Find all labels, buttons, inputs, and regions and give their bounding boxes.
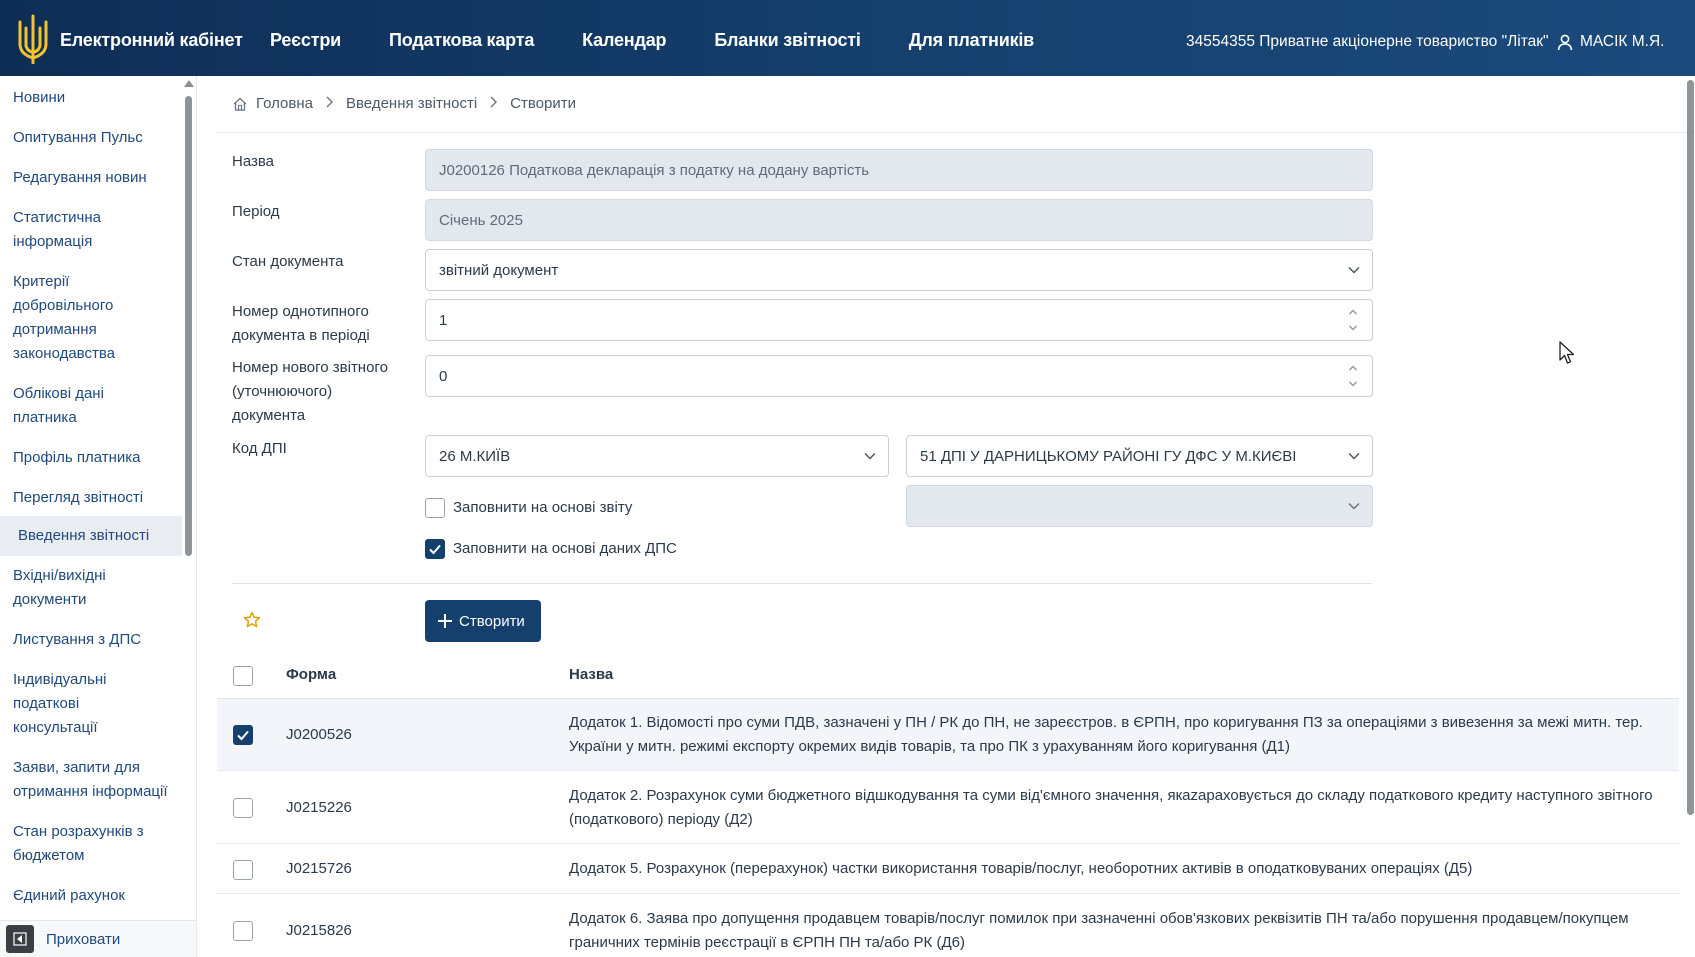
sidebar-item-compliance-criteria[interactable]: Критерії добровільного дотримання законо…	[0, 270, 130, 366]
user-name: МАСІК М.Я.	[1580, 33, 1665, 50]
new-doc-number-input[interactable]: 0	[425, 355, 1373, 397]
row-form-code: J0215226	[286, 799, 352, 816]
sidebar-item-view-reports[interactable]: Перегляд звітності	[0, 486, 182, 510]
sidebar-item-correspondence[interactable]: Листування з ДПС	[0, 628, 182, 652]
state-label: Стан документа	[232, 253, 344, 270]
dpi-office-select[interactable]: 51 ДПІ У ДАРНИЦЬКОМУ РАЙОНІ ГУ ДФС У М.К…	[906, 435, 1373, 477]
sidebar-item-enter-reports[interactable]: Введення звітності	[0, 516, 182, 556]
period-label: Період	[232, 203, 280, 220]
sidebar-scroll-up-icon[interactable]	[184, 80, 194, 87]
dpi-region-select[interactable]: 26 М.КИЇВ	[425, 435, 889, 477]
period-field: Січень 2025	[425, 199, 1373, 241]
period-value: Січень 2025	[439, 211, 523, 229]
sidebar-scrollbar[interactable]	[185, 96, 192, 556]
chevron-down-icon	[864, 452, 876, 460]
breadcrumb-divider	[217, 132, 1695, 133]
document-state-select[interactable]: звітний документ	[425, 249, 1373, 291]
row-checkbox[interactable]	[233, 798, 253, 818]
table-row[interactable]: J0200526 Додаток 1. Відомості про суми П…	[217, 699, 1679, 771]
table-row[interactable]: J0215826 Додаток 6. Заява про допущення …	[217, 894, 1679, 957]
fill-from-dps-checkbox[interactable]	[425, 539, 445, 559]
plus-icon	[438, 614, 452, 628]
table-row[interactable]: J0215726 Додаток 5. Розрахунок (перераху…	[217, 844, 1679, 894]
main-scrollbar[interactable]	[1687, 80, 1694, 815]
new-doc-number-label: Номер нового звітного (уточнюючого) доку…	[232, 359, 388, 424]
stepper-icon[interactable]	[1348, 306, 1358, 334]
user-menu[interactable]: МАСІК М.Я.	[1556, 33, 1664, 51]
breadcrumb-home[interactable]: Головна	[256, 95, 313, 112]
brand-title[interactable]: Електронний кабінет	[60, 30, 243, 51]
sidebar-item-payer-profile[interactable]: Профіль платника	[0, 446, 182, 470]
row-form-name: Додаток 2. Розрахунок суми бюджетного ві…	[569, 787, 1653, 828]
name-field: J0200126 Податкова декларація з податку …	[425, 149, 1373, 191]
sidebar-item-payer-data[interactable]: Облікові дані платника	[0, 382, 120, 430]
name-value: J0200126 Податкова декларація з податку …	[439, 161, 870, 179]
chevron-right-icon	[489, 95, 498, 112]
nav-calendar[interactable]: Календар	[582, 30, 666, 51]
breadcrumb-current: Створити	[510, 95, 576, 112]
mouse-cursor-icon	[1559, 341, 1575, 364]
nav-registries[interactable]: Реєстри	[270, 30, 341, 51]
sidebar-item-budget-settlements[interactable]: Стан розрахунків з бюджетом	[0, 820, 150, 868]
trident-logo-icon[interactable]	[16, 14, 50, 64]
favorite-star-icon[interactable]	[243, 611, 261, 629]
name-label: Назва	[232, 153, 275, 170]
sidebar-item-tax-consultations[interactable]: Індивідуальні податкові консультації	[0, 668, 120, 740]
chevron-down-icon	[1348, 266, 1360, 274]
breadcrumb-enter-reports[interactable]: Введення звітності	[346, 95, 477, 112]
form-divider	[232, 583, 1372, 584]
row-checkbox[interactable]	[233, 860, 253, 880]
row-form-name: Додаток 5. Розрахунок (перерахунок) част…	[569, 860, 1473, 877]
column-header-form[interactable]: Форма	[286, 666, 336, 683]
sidebar-item-statistics[interactable]: Статистична інформація	[0, 206, 120, 254]
row-form-code: J0215726	[286, 860, 352, 877]
dpi-code-label: Код ДПІ	[232, 440, 287, 457]
doc-number-value: 1	[439, 311, 448, 329]
hide-sidebar-bar[interactable]: Приховати	[0, 920, 196, 957]
user-icon	[1557, 34, 1573, 51]
sidebar-item-documents[interactable]: Вхідні/вихідні документи	[0, 564, 130, 612]
fill-from-report-label[interactable]: Заповнити на основі звіту	[453, 499, 632, 516]
row-form-name: Додаток 1. Відомості про суми ПДВ, зазна…	[569, 714, 1643, 755]
column-header-name[interactable]: Назва	[569, 666, 613, 683]
nav-report-forms[interactable]: Бланки звітності	[714, 30, 861, 51]
main-nav: Реєстри Податкова карта Календар Бланки …	[270, 30, 1082, 51]
dpi-region-value: 26 М.КИЇВ	[439, 447, 511, 465]
sidebar: Новини Опитування Пульс Редагування нови…	[0, 76, 197, 957]
doc-number-input[interactable]: 1	[425, 299, 1373, 341]
sidebar-item-requests[interactable]: Заяви, запити для отримання інформації	[0, 756, 175, 804]
row-form-name: Додаток 6. Заява про допущення продавцем…	[569, 910, 1629, 951]
fill-from-report-checkbox[interactable]	[425, 498, 445, 518]
sidebar-item-survey[interactable]: Опитування Пульс	[0, 126, 182, 150]
sidebar-item-edit-news[interactable]: Редагування новин	[0, 166, 182, 190]
nav-tax-map[interactable]: Податкова карта	[389, 30, 534, 51]
collapse-left-icon[interactable]	[6, 925, 34, 953]
sidebar-item-single-account[interactable]: Єдиний рахунок	[0, 884, 182, 908]
hide-sidebar-label[interactable]: Приховати	[46, 931, 120, 948]
top-header: Електронний кабінет Реєстри Податкова ка…	[0, 0, 1695, 76]
table-row[interactable]: J0215226 Додаток 2. Розрахунок суми бюдж…	[217, 771, 1679, 844]
dpi-office-value: 51 ДПІ У ДАРНИЦЬКОМУ РАЙОНІ ГУ ДФС У М.К…	[920, 447, 1297, 465]
chevron-down-icon	[1348, 452, 1360, 460]
fill-from-dps-label[interactable]: Заповнити на основі даних ДПС	[453, 540, 677, 557]
row-form-code: J0200526	[286, 726, 352, 743]
create-button-label: Створити	[459, 612, 525, 630]
chevron-right-icon	[325, 95, 334, 112]
stepper-icon[interactable]	[1348, 362, 1358, 390]
create-button[interactable]: Створити	[425, 600, 541, 642]
select-all-checkbox[interactable]	[233, 666, 253, 686]
report-select	[906, 485, 1373, 527]
chevron-down-icon	[1348, 502, 1360, 510]
row-form-code: J0215826	[286, 922, 352, 939]
organization-name[interactable]: 34554355 Приватне акціонерне товариство …	[1186, 33, 1549, 51]
nav-for-payers[interactable]: Для платників	[909, 30, 1035, 51]
state-value: звітний документ	[439, 261, 559, 279]
new-doc-number-value: 0	[439, 367, 448, 385]
sidebar-item-news[interactable]: Новини	[0, 86, 182, 110]
doc-number-label: Номер однотипного документа в періоді	[232, 303, 370, 344]
home-icon[interactable]	[232, 96, 248, 112]
row-checkbox[interactable]	[233, 725, 253, 745]
row-checkbox[interactable]	[233, 921, 253, 941]
breadcrumb: Головна Введення звітності Створити	[232, 95, 576, 112]
